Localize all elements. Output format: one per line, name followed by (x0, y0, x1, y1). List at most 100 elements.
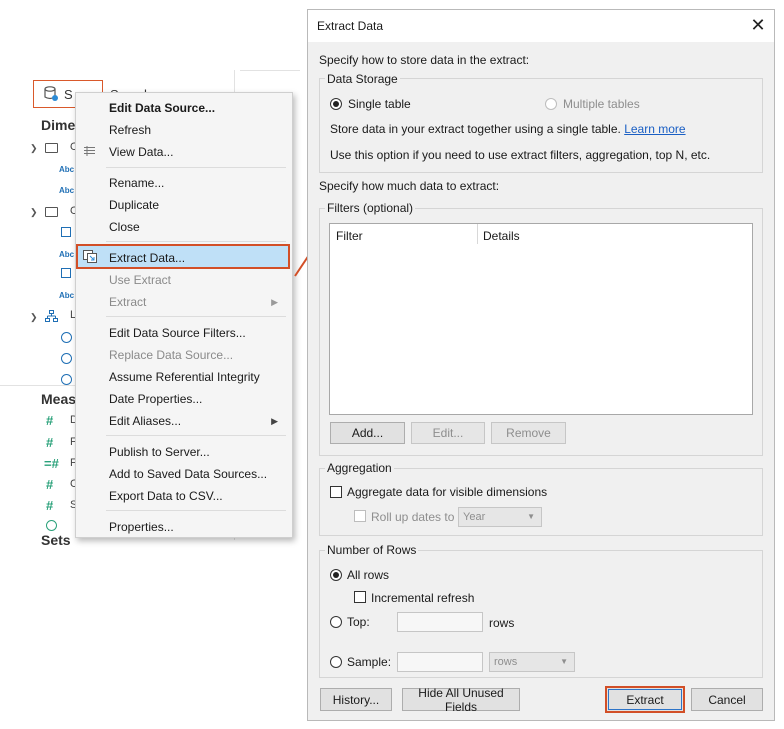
remove-filter-button[interactable]: Remove (491, 422, 566, 444)
all-rows-label[interactable]: All rows (347, 568, 389, 582)
details-column-header[interactable]: Details (483, 229, 520, 243)
menu-item-replace-data-source[interactable]: Replace Data Source... (109, 348, 233, 362)
top-rows-input[interactable] (397, 612, 483, 632)
filters-legend: Filters (optional) (325, 201, 416, 215)
cancel-button[interactable]: Cancel (691, 688, 763, 711)
menu-separator (106, 241, 286, 242)
sample-radio[interactable] (330, 656, 342, 668)
menu-separator (106, 510, 286, 511)
string-field-icon: Abc (59, 186, 75, 195)
single-table-radio[interactable] (330, 98, 342, 110)
menu-item-add-to-saved-data-sources[interactable]: Add to Saved Data Sources... (109, 467, 267, 481)
submenu-arrow-icon: ▶ (271, 297, 278, 307)
storage-description: Store data in your extract together usin… (330, 122, 686, 136)
sample-unit-select[interactable]: rows ▼ (489, 652, 575, 672)
sets-title: Sets (41, 532, 71, 548)
add-filter-button[interactable]: Add... (330, 422, 405, 444)
menu-separator (106, 316, 286, 317)
menu-separator (106, 167, 286, 168)
measure-icon: # (46, 435, 54, 450)
menu-item-refresh[interactable]: Refresh (109, 123, 151, 137)
learn-more-link[interactable]: Learn more (624, 122, 685, 136)
menu-item-close[interactable]: Close (109, 220, 140, 234)
globe-icon (61, 374, 72, 385)
string-field-icon: Abc (59, 291, 75, 300)
history-button[interactable]: History... (320, 688, 392, 711)
filters-table[interactable] (329, 223, 753, 415)
rollup-checkbox[interactable] (354, 510, 366, 522)
storage-prompt: Specify how to store data in the extract… (319, 53, 530, 67)
top-rows-unit: rows (489, 616, 515, 630)
menu-item-extract[interactable]: Extract (109, 295, 146, 309)
extract-icon (83, 250, 97, 263)
number-of-rows-legend: Number of Rows (325, 543, 419, 557)
chevron-down-icon[interactable]: ❯ (30, 207, 38, 218)
amount-prompt: Specify how much data to extract: (319, 179, 500, 193)
sample-label[interactable]: Sample: (347, 655, 391, 669)
calendar-icon (61, 227, 71, 237)
column-separator (477, 224, 478, 244)
menu-item-extract-data[interactable]: Extract Data... (109, 251, 185, 265)
sample-input[interactable] (397, 652, 483, 672)
measure-icon: # (46, 498, 54, 513)
rollup-label[interactable]: Roll up dates to (371, 510, 454, 524)
filter-column-header[interactable]: Filter (336, 229, 363, 243)
data-source-tab-label: S (64, 87, 73, 102)
chevron-down-icon[interactable]: ❯ (30, 143, 38, 154)
rollup-select[interactable]: Year ▼ (458, 507, 542, 527)
menu-item-export-data-to-csv[interactable]: Export Data to CSV... (109, 489, 223, 503)
string-field-icon: Abc (59, 250, 75, 259)
globe-icon (61, 332, 72, 343)
globe-icon (61, 353, 72, 364)
pane-top-rule (240, 70, 300, 71)
dialog-title: Extract Data (317, 19, 384, 33)
aggregation-legend: Aggregation (325, 461, 394, 475)
chevron-down-icon: ▼ (527, 512, 535, 521)
menu-item-edit-data-source-filters[interactable]: Edit Data Source Filters... (109, 326, 246, 340)
extract-button[interactable]: Extract (605, 686, 685, 713)
top-rows-radio[interactable] (330, 616, 342, 628)
multiple-tables-label[interactable]: Multiple tables (563, 97, 640, 111)
incremental-refresh-checkbox[interactable] (354, 591, 366, 603)
data-storage-legend: Data Storage (325, 72, 400, 86)
string-field-icon: Abc (59, 165, 75, 174)
hide-unused-fields-button[interactable]: Hide All Unused Fields (402, 686, 520, 714)
multiple-tables-radio[interactable] (545, 98, 557, 110)
hierarchy-icon (45, 310, 58, 322)
menu-item-edit-aliases[interactable]: Edit Aliases... (109, 414, 181, 428)
measure-icon: # (46, 477, 54, 492)
extract-data-dialog: Extract Data ✕ Specify how to store data… (307, 9, 775, 721)
menu-item-assume-referential-integrity[interactable]: Assume Referential Integrity (109, 370, 260, 384)
menu-item-edit-data-source[interactable]: Edit Data Source... (109, 101, 215, 115)
single-table-label[interactable]: Single table (348, 97, 411, 111)
chevron-down-icon[interactable]: ❯ (30, 312, 38, 323)
storage-hint: Use this option if you need to use extra… (330, 148, 711, 162)
table-icon (84, 146, 95, 156)
menu-separator (106, 435, 286, 436)
sample-unit-value: rows (494, 656, 518, 668)
folder-icon (45, 207, 58, 217)
menu-item-publish-to-server[interactable]: Publish to Server... (109, 445, 210, 459)
dimensions-title: Dime (41, 117, 76, 133)
globe-icon (46, 520, 57, 531)
menu-item-duplicate[interactable]: Duplicate (109, 198, 159, 212)
edit-filter-button[interactable]: Edit... (411, 422, 485, 444)
database-icon (44, 86, 58, 101)
aggregate-label[interactable]: Aggregate data for visible dimensions (347, 485, 547, 499)
measures-title: Meas (41, 391, 77, 407)
aggregate-checkbox[interactable] (330, 486, 342, 498)
context-menu: Edit Data Source... Refresh View Data...… (75, 92, 293, 538)
close-icon[interactable]: ✕ (748, 15, 768, 35)
incremental-refresh-label[interactable]: Incremental refresh (371, 591, 474, 605)
menu-item-use-extract[interactable]: Use Extract (109, 273, 171, 287)
top-rows-label[interactable]: Top: (347, 615, 370, 629)
storage-description-text: Store data in your extract together usin… (330, 122, 621, 136)
calendar-icon (61, 268, 71, 278)
menu-item-rename[interactable]: Rename... (109, 176, 164, 190)
menu-item-view-data[interactable]: View Data... (109, 145, 173, 159)
menu-item-date-properties[interactable]: Date Properties... (109, 392, 202, 406)
measure-icon: # (46, 413, 54, 428)
all-rows-radio[interactable] (330, 569, 342, 581)
chevron-down-icon: ▼ (560, 657, 568, 666)
menu-item-properties[interactable]: Properties... (109, 520, 174, 534)
